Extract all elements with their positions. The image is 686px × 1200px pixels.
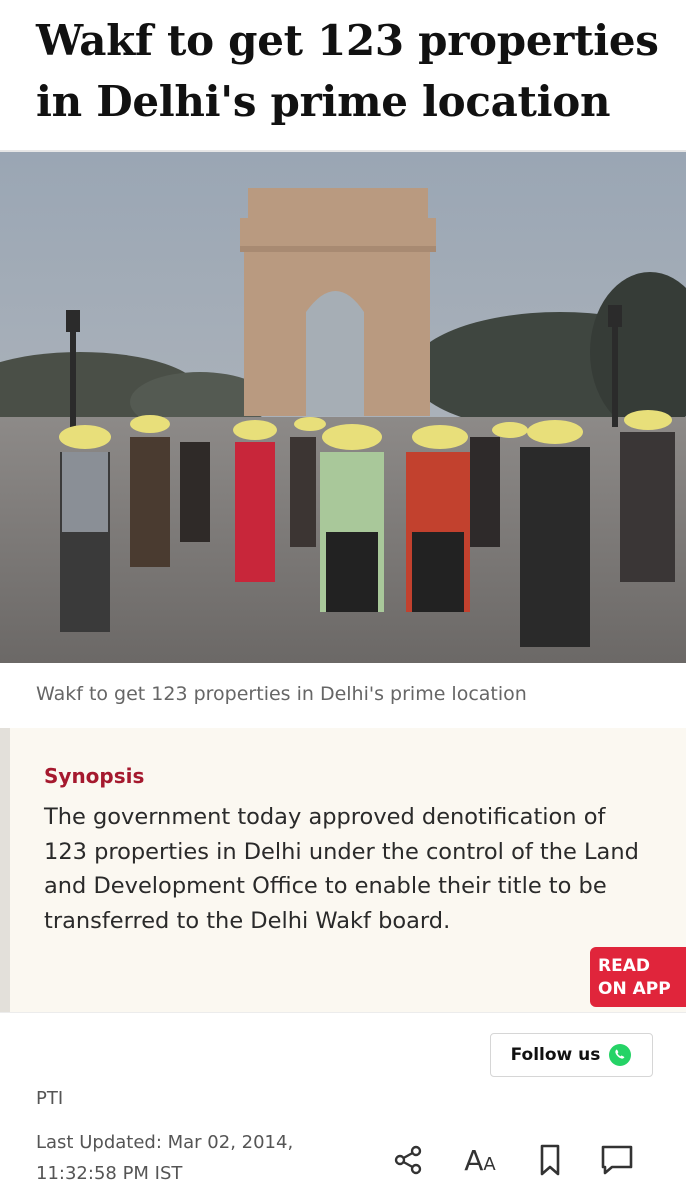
font-size-button[interactable]: AA [456,1140,504,1180]
image-caption: Wakf to get 123 properties in Delhi's pr… [36,683,527,705]
bookmark-icon [540,1144,560,1176]
share-icon [394,1145,422,1175]
synopsis-title: Synopsis [44,764,145,788]
india-gate-photo [0,152,686,663]
comment-icon [601,1145,633,1175]
synopsis-text: The government today approved denotifica… [44,804,639,934]
font-size-small-a: A [483,1153,496,1175]
read-on-app-line2: ON APP [598,979,671,999]
last-updated: Last Updated: Mar 02, 2014, 11:32:58 PM … [36,1132,294,1184]
comment-button[interactable] [596,1140,638,1180]
font-size-large-a: A [464,1143,484,1177]
follow-us-label: Follow us [510,1045,601,1065]
share-button[interactable] [388,1140,428,1180]
bookmark-button[interactable] [530,1140,570,1180]
read-on-app-line1: READ [598,956,650,976]
article-headline: Wakf to get 123 properties in Delhi's pr… [36,16,659,126]
read-on-app-button[interactable]: READ ON APP [590,947,686,1007]
font-size-icon: AA [464,1144,495,1177]
follow-us-button[interactable]: Follow us [490,1033,653,1077]
article-author: PTI [36,1088,64,1109]
synopsis-box: Synopsis The government today approved d… [0,728,686,1012]
article-image [0,150,686,663]
divider [0,1012,686,1013]
whatsapp-icon [609,1044,632,1066]
